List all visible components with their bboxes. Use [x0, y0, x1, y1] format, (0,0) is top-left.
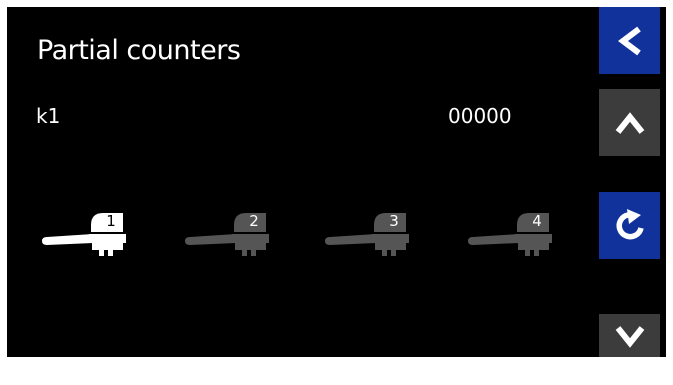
screen: Partial counters k1 00000 1 2 3 4 — [7, 7, 666, 357]
back-icon — [615, 24, 645, 58]
back-button[interactable] — [599, 7, 660, 74]
counter-value: 00000 — [448, 104, 512, 128]
group-button-1[interactable]: 1 — [33, 205, 133, 265]
chevron-down-icon — [613, 323, 647, 349]
group-number: 1 — [106, 212, 116, 230]
group-button-3[interactable]: 3 — [316, 205, 416, 265]
group-button-4[interactable]: 4 — [459, 205, 559, 265]
counter-label: k1 — [36, 104, 61, 128]
refresh-icon — [613, 207, 647, 245]
group-number: 2 — [249, 212, 259, 230]
group-number: 4 — [532, 212, 542, 230]
scroll-down-button[interactable] — [599, 314, 660, 357]
scroll-up-button[interactable] — [599, 89, 660, 156]
chevron-up-icon — [613, 109, 647, 137]
refresh-button[interactable] — [599, 192, 660, 259]
page-title: Partial counters — [37, 35, 241, 66]
group-number: 3 — [389, 212, 399, 230]
group-button-2[interactable]: 2 — [176, 205, 276, 265]
